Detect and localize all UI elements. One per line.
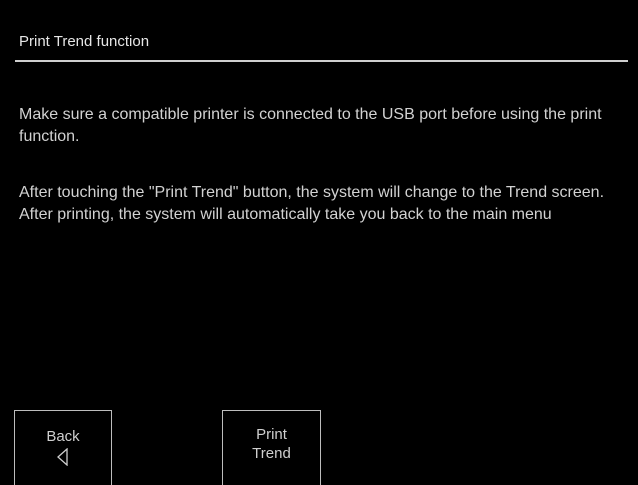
back-button[interactable]: Back	[14, 410, 112, 485]
instruction-paragraph-1: Make sure a compatible printer is connec…	[19, 106, 602, 145]
left-triangle-outline-icon	[57, 448, 68, 466]
print-trend-screen: Print Trend function Make sure a compati…	[0, 0, 638, 485]
print-trend-button[interactable]: Print Trend	[222, 410, 321, 485]
title-divider	[15, 60, 628, 62]
print-trend-label-line1: Print	[256, 426, 287, 443]
print-trend-label-line2: Trend	[252, 445, 291, 462]
back-button-label: Back	[46, 428, 80, 445]
instruction-paragraph-2: After touching the "Print Trend" button,…	[19, 184, 605, 223]
page-title: Print Trend function	[19, 33, 150, 50]
